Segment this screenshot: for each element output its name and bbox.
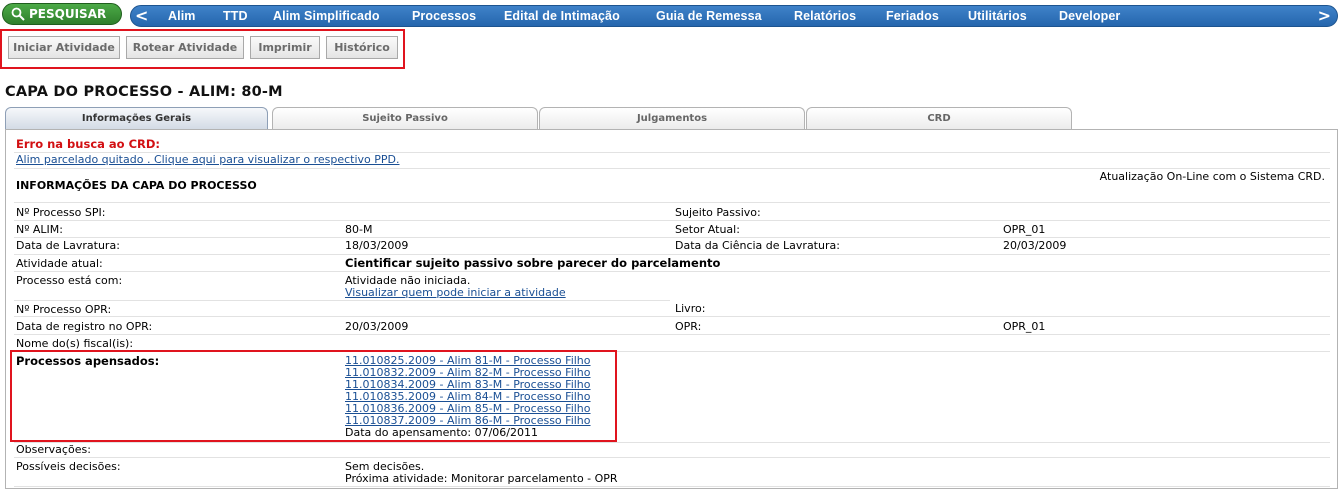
divider <box>14 271 1330 272</box>
crd-error-message: Erro na busca ao CRD: <box>16 137 161 151</box>
divider <box>14 334 1330 335</box>
tab-informacoes-gerais[interactable]: Informações Gerais <box>5 107 268 129</box>
visualizar-iniciar-link[interactable]: Visualizar quem pode iniciar a atividade <box>345 287 566 299</box>
divider <box>14 254 1330 255</box>
menu-item-alim-simplificado[interactable]: Alim Simplificado <box>273 9 380 23</box>
data-apensamento: Data do apensamento: 07/06/2011 <box>345 426 539 439</box>
menu-bar: < Alim TTD Alim Simplificado Processos E… <box>130 5 1338 27</box>
menu-item-edital-intimacao[interactable]: Edital de Intimação <box>504 9 620 23</box>
setor-atual-value: OPR_01 <box>1003 223 1046 236</box>
online-update-note: Atualização On-Line com o Sistema CRD. <box>1099 170 1325 183</box>
page-title: CAPA DO PROCESSO - ALIM: 80-M <box>5 84 283 100</box>
divider <box>14 220 1330 221</box>
divider <box>14 168 1330 169</box>
processo-com-label: Processo está com: <box>16 274 123 287</box>
data-registro-opr-value: 20/03/2009 <box>345 320 409 333</box>
sujeito-passivo-label: Sujeito Passivo: <box>675 206 761 219</box>
fiscais-label: Nome do(s) fiscal(is): <box>16 337 134 350</box>
processo-spi-label: Nº Processo SPI: <box>16 206 106 219</box>
divider <box>14 237 1330 238</box>
section-title: INFORMAÇÕES DA CAPA DO PROCESSO <box>16 179 257 192</box>
rotear-atividade-button[interactable]: Rotear Atividade <box>126 36 244 59</box>
menu-item-ttd[interactable]: TTD <box>223 9 248 23</box>
alim-value: 80-M <box>345 223 373 236</box>
magnifier-icon <box>11 7 25 21</box>
processo-opr-label: Nº Processo OPR: <box>16 303 112 316</box>
search-button[interactable]: PESQUISAR <box>2 3 122 25</box>
opr-label: OPR: <box>675 320 702 333</box>
search-button-label: PESQUISAR <box>29 7 107 21</box>
data-lavratura-label: Data de Lavratura: <box>16 239 120 252</box>
menu-item-feriados[interactable]: Feriados <box>886 9 939 23</box>
divider <box>14 442 1330 443</box>
top-navigation: PESQUISAR < Alim TTD Alim Simplificado P… <box>0 0 1341 30</box>
data-ciencia-value: 20/03/2009 <box>1003 239 1067 252</box>
apensados-label: Processos apensados: <box>16 354 160 368</box>
menu-item-alim[interactable]: Alim <box>168 9 196 23</box>
menu-next-arrow[interactable]: > <box>1318 7 1331 25</box>
opr-value: OPR_01 <box>1003 320 1046 333</box>
divider <box>14 486 1330 487</box>
menu-prev-arrow[interactable]: < <box>135 7 148 25</box>
menu-item-processos[interactable]: Processos <box>412 9 476 23</box>
data-lavratura-value: 18/03/2009 <box>345 239 409 252</box>
setor-atual-label: Setor Atual: <box>675 223 740 236</box>
alim-label: Nº ALIM: <box>16 223 64 236</box>
alim-parcelado-link[interactable]: Alim parcelado quitado . Clique aqui par… <box>16 154 399 166</box>
livro-label: Livro: <box>675 302 706 315</box>
data-ciencia-label: Data da Ciência de Lavratura: <box>675 239 840 252</box>
tab-crd[interactable]: CRD <box>806 107 1072 129</box>
data-registro-opr-label: Data de registro no OPR: <box>16 320 153 333</box>
atividade-atual-label: Atividade atual: <box>16 257 103 270</box>
divider <box>14 457 1330 458</box>
divider <box>14 316 1330 317</box>
menu-item-developer[interactable]: Developer <box>1059 9 1120 23</box>
info-panel: Erro na busca ao CRD: Alim parcelado qui… <box>5 129 1338 489</box>
tab-julgamentos[interactable]: Julgamentos <box>539 107 805 129</box>
tab-sujeito-passivo[interactable]: Sujeito Passivo <box>272 107 538 129</box>
iniciar-atividade-button[interactable]: Iniciar Atividade <box>8 36 120 59</box>
menu-item-relatorios[interactable]: Relatórios <box>794 9 856 23</box>
decisoes-label: Possíveis decisões: <box>16 460 121 473</box>
imprimir-button[interactable]: Imprimir <box>250 36 320 59</box>
atividade-atual-value: Cientificar sujeito passivo sobre parece… <box>345 256 721 270</box>
historico-button[interactable]: Histórico <box>326 36 398 59</box>
menu-item-guia-remessa[interactable]: Guia de Remessa <box>656 9 762 23</box>
menu-item-utilitarios[interactable]: Utilitários <box>968 9 1027 23</box>
observacoes-label: Observações: <box>16 443 91 456</box>
divider <box>14 202 1330 203</box>
divider <box>14 300 670 301</box>
proxima-atividade: Próxima atividade: Monitorar parcelament… <box>345 472 618 485</box>
